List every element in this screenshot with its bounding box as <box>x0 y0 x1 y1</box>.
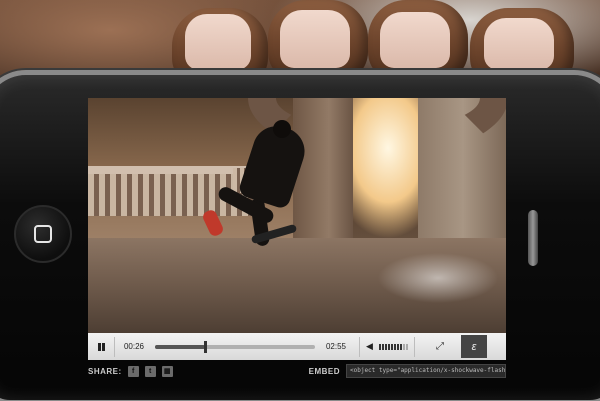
volume-bar <box>397 343 399 350</box>
fingernail-4 <box>484 18 554 70</box>
skater-head <box>273 120 291 138</box>
duration-time: 02:55 <box>325 342 347 351</box>
volume-bar <box>382 343 384 350</box>
divider <box>414 336 415 357</box>
volume-bar <box>379 343 381 350</box>
video-frame[interactable] <box>88 98 506 333</box>
share-label: SHARE: <box>88 366 122 376</box>
pause-button[interactable] <box>90 333 112 360</box>
embed-label: EMBED <box>308 366 340 376</box>
fingernail-2 <box>280 10 350 68</box>
scrub-handle[interactable] <box>203 340 207 353</box>
volume-slider[interactable] <box>379 343 408 350</box>
progress-fill <box>155 344 205 349</box>
progress-bar[interactable] <box>155 340 315 353</box>
volume-bar <box>406 343 408 350</box>
share-bar: SHARE: f t ▦ EMBED <object type="applica… <box>88 362 506 380</box>
twitter-icon[interactable]: t <box>144 365 156 377</box>
brand-logo-icon[interactable]: ε <box>461 335 487 358</box>
home-square-icon <box>34 225 52 243</box>
earpiece-speaker <box>528 210 538 266</box>
facebook-icon[interactable]: f <box>127 365 139 377</box>
fullscreen-icon[interactable]: ⤢ <box>427 341 453 352</box>
phone-screen: 00:26 02:55 ◀ ⤢ ε <box>88 98 506 360</box>
divider <box>359 336 360 357</box>
volume-bar <box>391 343 393 350</box>
volume-icon[interactable]: ◀ <box>366 341 376 352</box>
elapsed-time: 00:26 <box>123 342 145 351</box>
volume-bar <box>388 343 390 350</box>
player-controls: 00:26 02:55 ◀ ⤢ ε <box>88 333 506 360</box>
fingernail-1 <box>185 14 251 70</box>
volume-bar <box>400 343 402 350</box>
volume-bar <box>403 343 405 350</box>
pause-icon <box>97 342 105 351</box>
pavement-glare <box>378 248 498 308</box>
embed-code-field[interactable]: <object type="application/x-shockwave-fl… <box>346 364 506 378</box>
divider <box>114 336 115 357</box>
volume-bar <box>394 343 396 350</box>
fingernail-3 <box>380 12 450 68</box>
volume-bar <box>385 343 387 350</box>
photo-scene: 00:26 02:55 ◀ ⤢ ε SHARE: f t ▦ EMBED <ob… <box>0 0 600 401</box>
grid-icon[interactable]: ▦ <box>161 365 173 377</box>
